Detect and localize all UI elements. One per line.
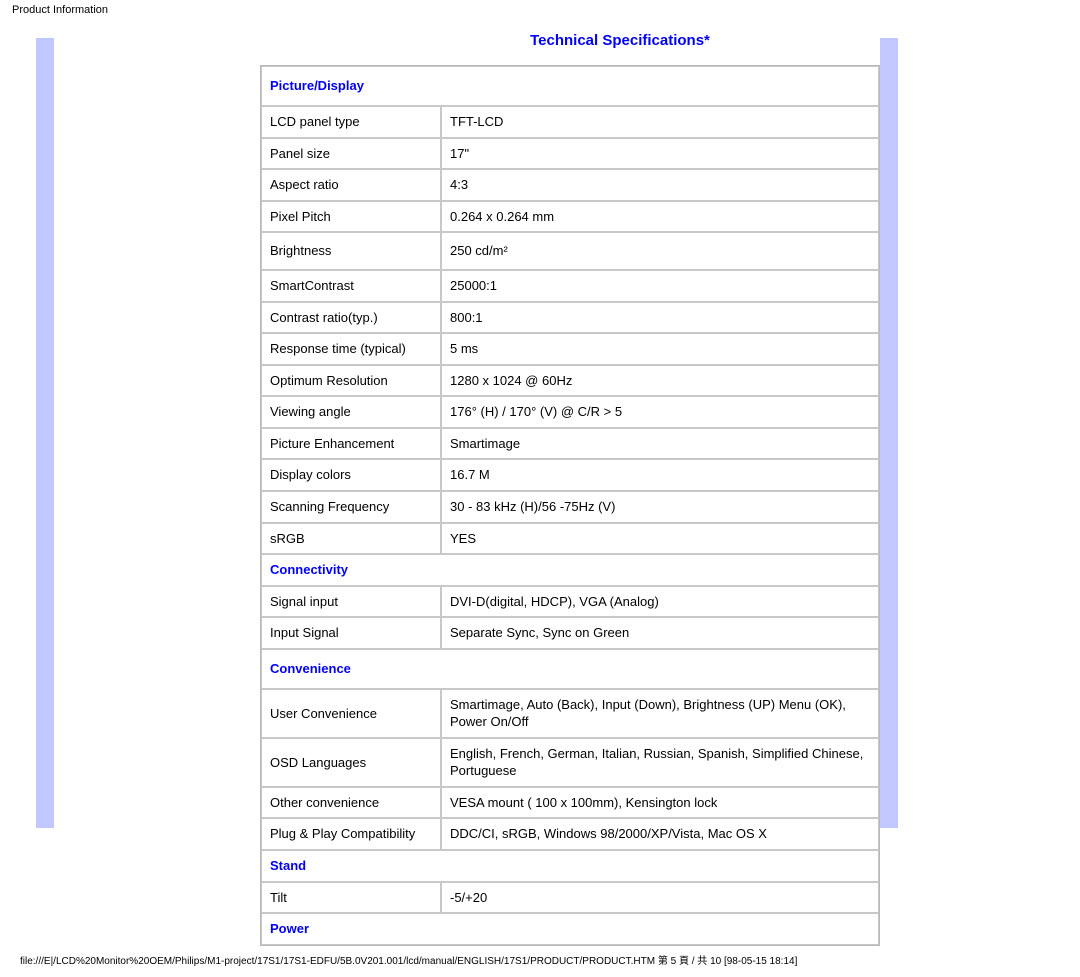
spec-value: TFT-LCD (441, 106, 879, 138)
table-row: Input SignalSeparate Sync, Sync on Green (261, 617, 879, 649)
spec-value: DDC/CI, sRGB, Windows 98/2000/XP/Vista, … (441, 818, 879, 850)
spec-key: Input Signal (261, 617, 441, 649)
spec-value: 16.7 M (441, 459, 879, 491)
spec-value: VESA mount ( 100 x 100mm), Kensington lo… (441, 787, 879, 819)
spec-value: 25000:1 (441, 270, 879, 302)
table-row: Contrast ratio(typ.)800:1 (261, 302, 879, 334)
spec-value: 176° (H) / 170° (V) @ C/R > 5 (441, 396, 879, 428)
spec-key: Viewing angle (261, 396, 441, 428)
spec-value: Smartimage (441, 428, 879, 460)
spec-value: Separate Sync, Sync on Green (441, 617, 879, 649)
spec-table: Picture/Display LCD panel typeTFT-LCD Pa… (260, 65, 880, 946)
section-stand: Stand (261, 850, 879, 882)
table-row: Plug & Play CompatibilityDDC/CI, sRGB, W… (261, 818, 879, 850)
table-row: Display colors16.7 M (261, 459, 879, 491)
spec-value: English, French, German, Italian, Russia… (441, 738, 879, 787)
spec-value: DVI-D(digital, HDCP), VGA (Analog) (441, 586, 879, 618)
spec-value: 17" (441, 138, 879, 170)
page-header: Product Information (0, 0, 1080, 20)
table-row: Aspect ratio4:3 (261, 169, 879, 201)
spec-key: Response time (typical) (261, 333, 441, 365)
section-convenience: Convenience (261, 649, 879, 689)
spec-key: Tilt (261, 882, 441, 914)
spec-value: 4:3 (441, 169, 879, 201)
spec-value: 250 cd/m² (441, 232, 879, 270)
table-row: sRGBYES (261, 523, 879, 555)
spec-value: 5 ms (441, 333, 879, 365)
table-row: OSD LanguagesEnglish, French, German, It… (261, 738, 879, 787)
spec-key: SmartContrast (261, 270, 441, 302)
side-bar-right (880, 38, 898, 828)
table-row: Other convenienceVESA mount ( 100 x 100m… (261, 787, 879, 819)
spec-key: Contrast ratio(typ.) (261, 302, 441, 334)
spec-value: 1280 x 1024 @ 60Hz (441, 365, 879, 397)
table-row: Optimum Resolution1280 x 1024 @ 60Hz (261, 365, 879, 397)
spec-key: Other convenience (261, 787, 441, 819)
spec-value: 30 - 83 kHz (H)/56 -75Hz (V) (441, 491, 879, 523)
spec-key: Panel size (261, 138, 441, 170)
table-row: User ConvenienceSmartimage, Auto (Back),… (261, 689, 879, 738)
spec-value: 0.264 x 0.264 mm (441, 201, 879, 233)
spec-key: Picture Enhancement (261, 428, 441, 460)
table-row: LCD panel typeTFT-LCD (261, 106, 879, 138)
content: Technical Specifications* Picture/Displa… (260, 20, 880, 946)
spec-key: Plug & Play Compatibility (261, 818, 441, 850)
spec-key: Aspect ratio (261, 169, 441, 201)
table-row: Panel size17" (261, 138, 879, 170)
spec-key: OSD Languages (261, 738, 441, 787)
spec-key: User Convenience (261, 689, 441, 738)
spec-key: Optimum Resolution (261, 365, 441, 397)
main-title: Technical Specifications* (260, 26, 880, 65)
footer-path: file:///E|/LCD%20Monitor%20OEM/Philips/M… (0, 946, 1080, 977)
spec-key: Signal input (261, 586, 441, 618)
spec-key: Brightness (261, 232, 441, 270)
spec-key: Scanning Frequency (261, 491, 441, 523)
section-power: Power (261, 913, 879, 945)
spec-value: -5/+20 (441, 882, 879, 914)
section-connectivity: Connectivity (261, 554, 879, 586)
table-row: Tilt-5/+20 (261, 882, 879, 914)
spec-key: sRGB (261, 523, 441, 555)
spec-value: YES (441, 523, 879, 555)
table-row: Signal inputDVI-D(digital, HDCP), VGA (A… (261, 586, 879, 618)
spec-value: 800:1 (441, 302, 879, 334)
table-row: Viewing angle176° (H) / 170° (V) @ C/R >… (261, 396, 879, 428)
table-row: Response time (typical)5 ms (261, 333, 879, 365)
table-row: Pixel Pitch0.264 x 0.264 mm (261, 201, 879, 233)
page-body: Technical Specifications* Picture/Displa… (0, 20, 1080, 946)
table-row: Scanning Frequency30 - 83 kHz (H)/56 -75… (261, 491, 879, 523)
spec-key: Display colors (261, 459, 441, 491)
spec-key: Pixel Pitch (261, 201, 441, 233)
table-row: Brightness250 cd/m² (261, 232, 879, 270)
side-bar-left (36, 38, 54, 828)
table-row: Picture EnhancementSmartimage (261, 428, 879, 460)
spec-key: LCD panel type (261, 106, 441, 138)
section-picture-display: Picture/Display (261, 66, 879, 106)
spec-value: Smartimage, Auto (Back), Input (Down), B… (441, 689, 879, 738)
table-row: SmartContrast25000:1 (261, 270, 879, 302)
